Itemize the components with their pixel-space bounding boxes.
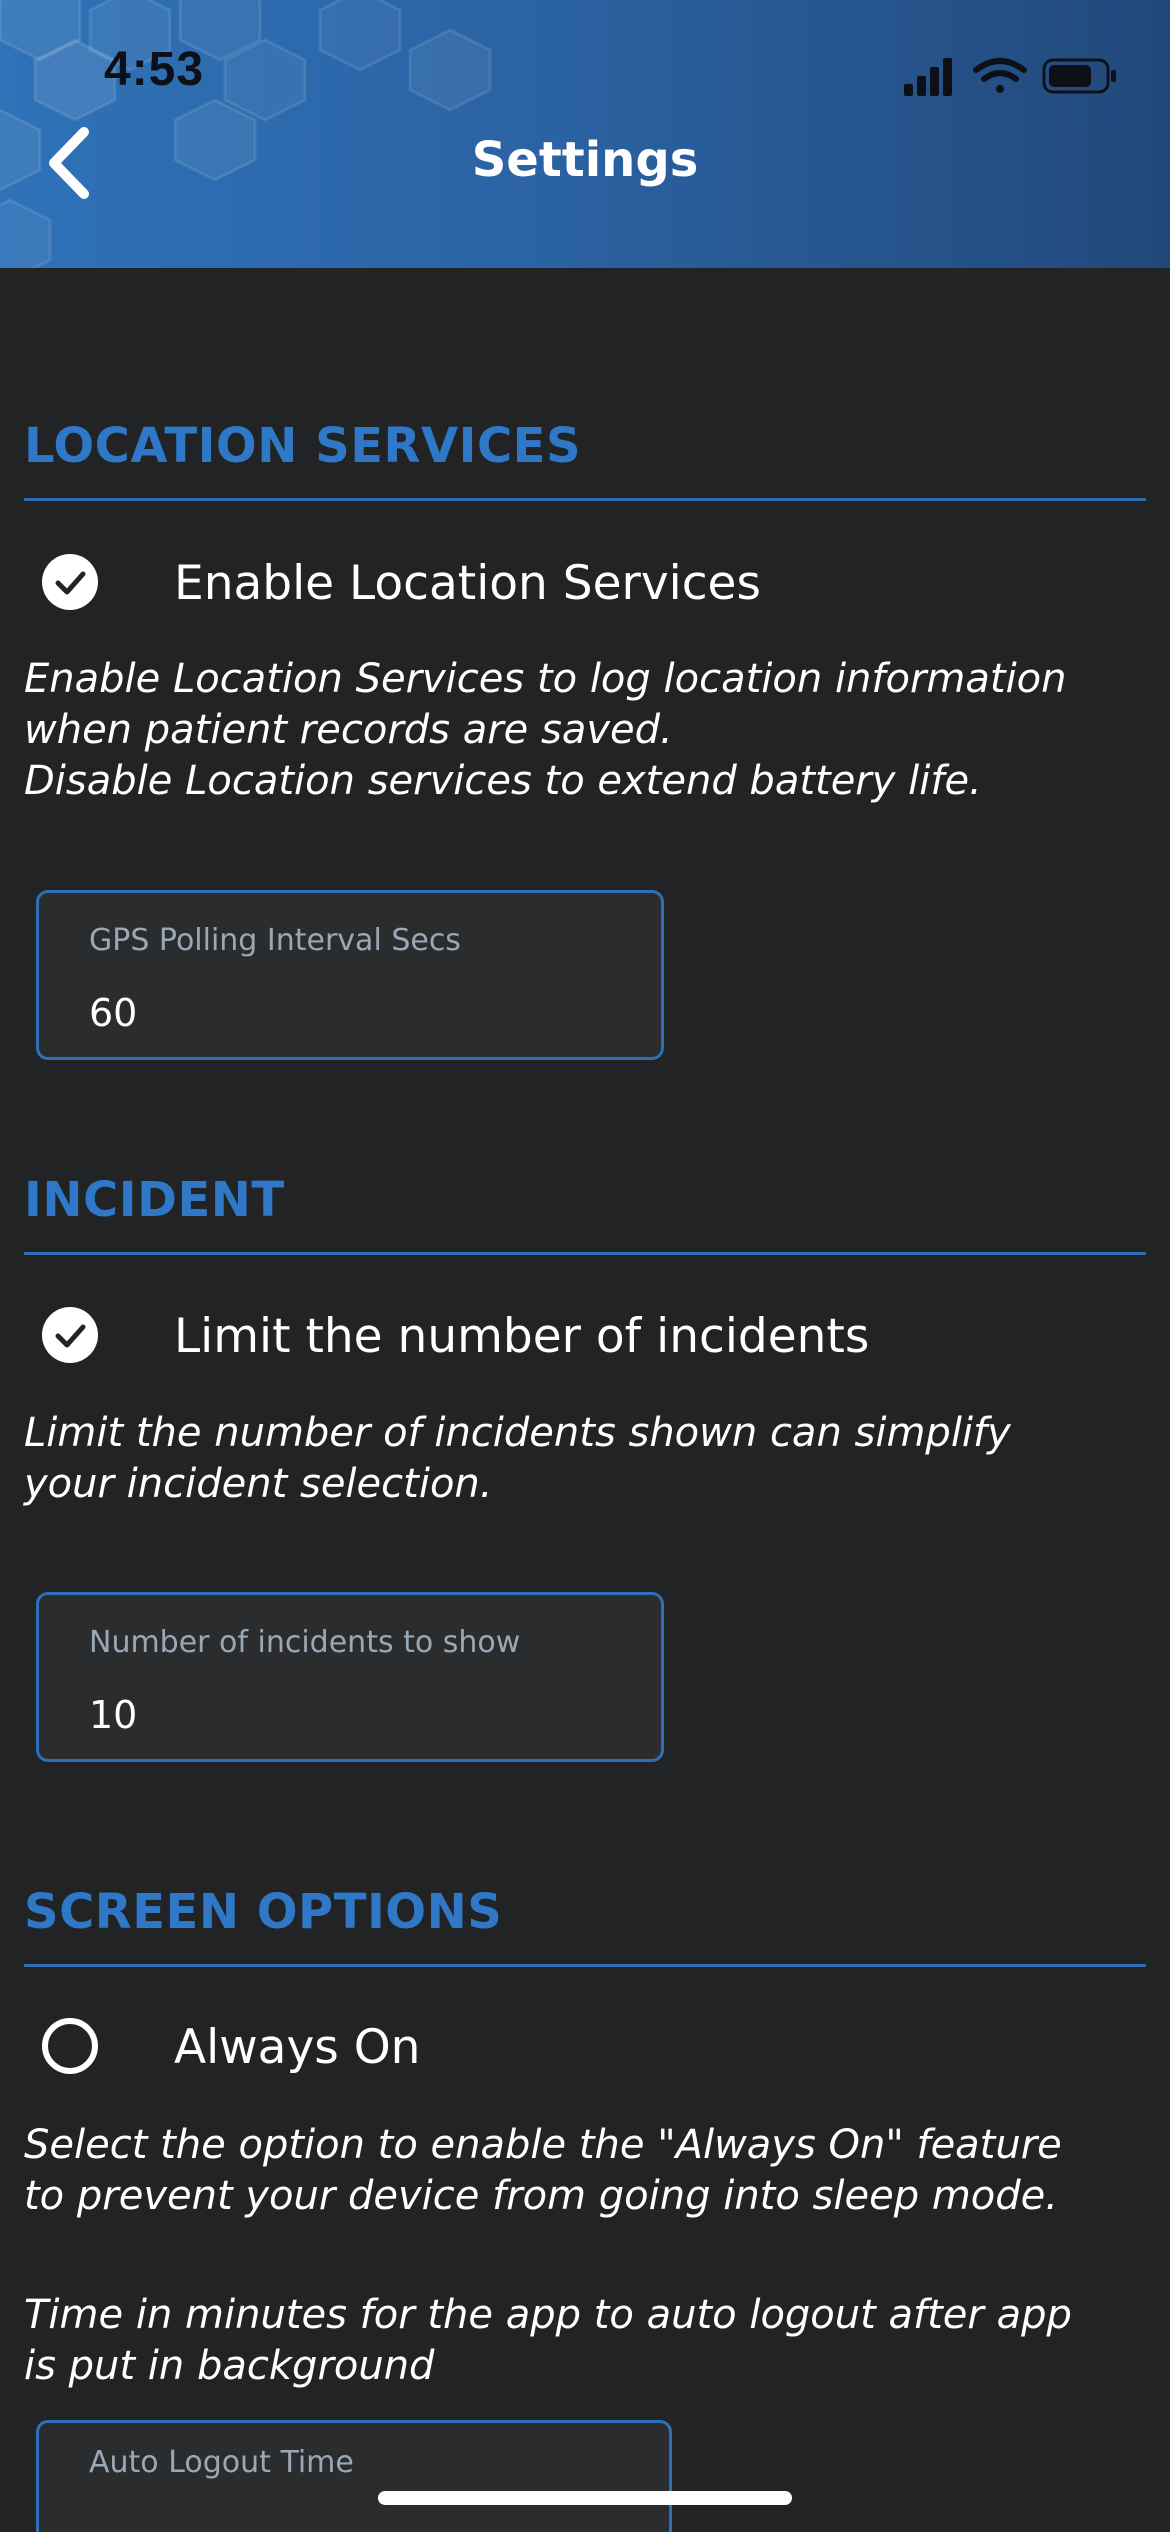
number-of-incidents-field[interactable]: Number of incidents to show 10 [36,1592,664,1762]
header-bar: 4:53 Settings [0,0,1170,268]
incident-description: Limit the number of incidents shown can … [24,1410,1011,1507]
status-time: 4:53 [104,43,205,96]
field-value: 60 [89,991,138,1035]
settings-screen: 4:53 Settings LOCATION SERVICES Enable L… [0,0,1170,2532]
auto-logout-time-field[interactable]: Auto Logout Time [36,2420,672,2532]
wifi-icon [973,58,1027,93]
limit-incidents-checkbox[interactable]: Limit the number of incidents [40,1297,920,1377]
status-icons [904,58,1116,96]
page-title: Settings [471,132,699,188]
auto-logout-description: Time in minutes for the app to auto logo… [24,2292,1072,2389]
always-on-checkbox[interactable]: Always On [40,2008,460,2088]
checked-circle-icon [42,554,98,610]
section-divider [24,498,1146,501]
checked-circle-icon [42,1307,98,1363]
checkbox-label: Always On [174,2020,421,2075]
checkbox-label: Enable Location Services [174,556,761,611]
always-on-description: Select the option to enable the "Always … [24,2122,1062,2219]
section-title-location-services: LOCATION SERVICES [24,418,582,474]
signal-icon [904,58,952,96]
gps-polling-interval-field[interactable]: GPS Polling Interval Secs 60 [36,890,664,1060]
checkbox-label: Limit the number of incidents [174,1309,870,1364]
section-title-incident: INCIDENT [24,1172,285,1228]
section-divider [24,1964,1146,1967]
section-title-screen-options: SCREEN OPTIONS [24,1884,503,1940]
field-value: 10 [89,1693,138,1737]
section-divider [24,1252,1146,1255]
field-label: Number of incidents to show [89,1625,521,1660]
field-label: Auto Logout Time [89,2445,354,2480]
location-services-description: Enable Location Services to log location… [24,656,1067,804]
unchecked-circle-icon [42,2018,98,2074]
home-indicator[interactable] [378,2491,792,2505]
enable-location-services-checkbox[interactable]: Enable Location Services [40,544,800,624]
battery-icon [1042,58,1116,94]
field-label: GPS Polling Interval Secs [89,923,461,958]
